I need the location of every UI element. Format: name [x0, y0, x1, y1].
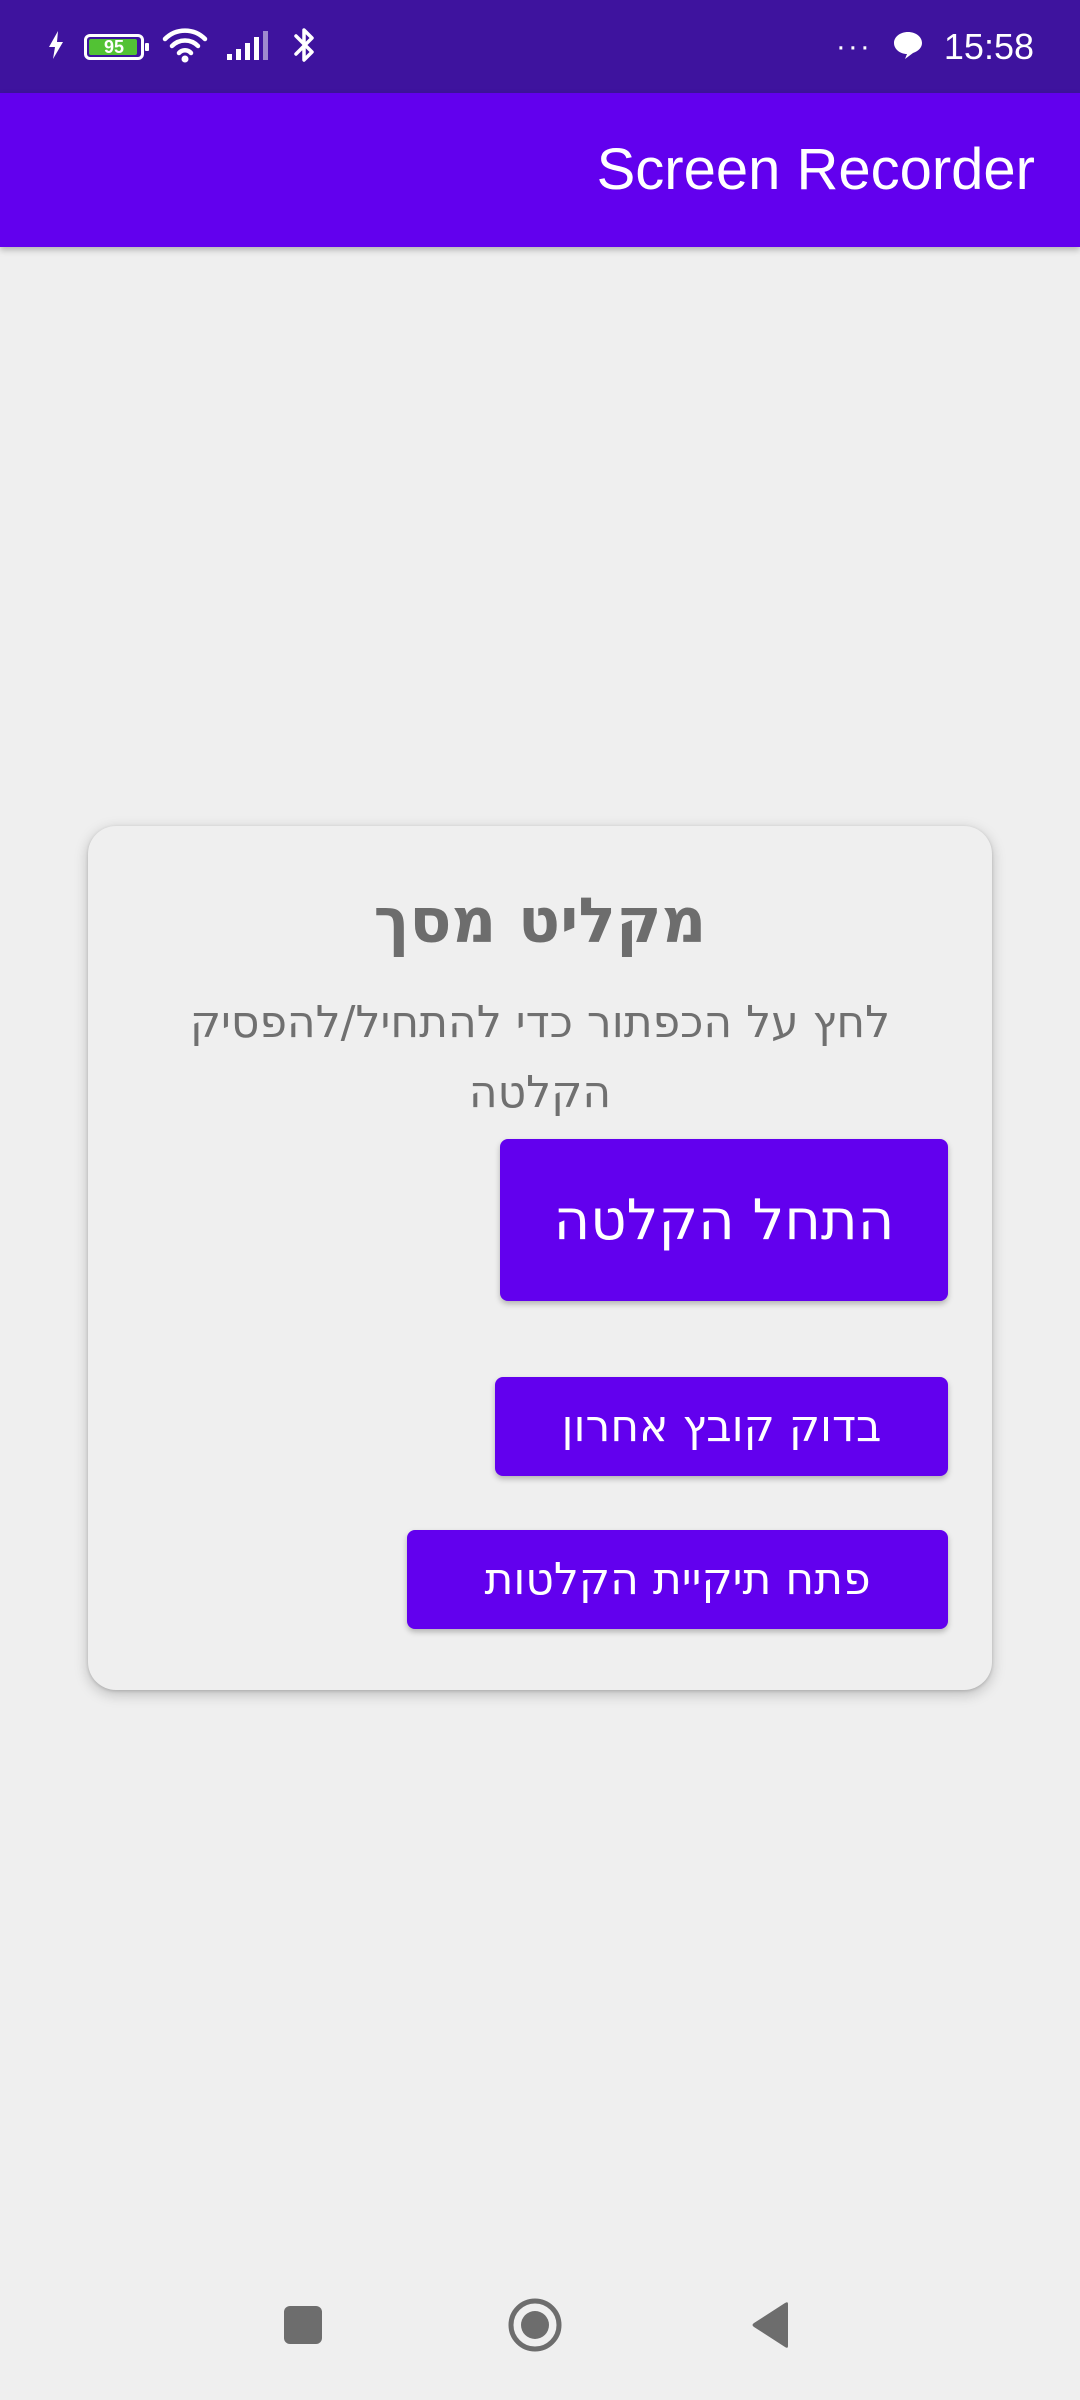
card-title: מקליט מסך: [373, 884, 707, 957]
check-last-file-button[interactable]: בדוק קובץ אחרון: [495, 1377, 948, 1476]
home-icon[interactable]: [475, 2250, 595, 2400]
card-subtitle: לחץ על הכפתור כדי להתחיל/להפסיק הקלטה: [189, 997, 891, 1118]
battery-tip: [145, 42, 149, 51]
status-bar: 95 ··· 15:58: [0, 0, 1080, 93]
status-time: 15:58: [943, 25, 1034, 67]
status-bar-left: 95: [46, 0, 318, 93]
signal-icon: [226, 29, 274, 65]
app-bar: Screen Recorder: [0, 93, 1080, 247]
start-recording-button[interactable]: התחל הקלטה: [500, 1139, 948, 1301]
recorder-card: מקליט מסך לחץ על הכפתור כדי להתחיל/להפסי…: [88, 826, 992, 1690]
charging-icon: [46, 30, 66, 64]
overflow-icon: ···: [835, 29, 872, 63]
recent-apps-icon[interactable]: [243, 2250, 363, 2400]
chat-bubble-icon: [892, 30, 924, 64]
navigation-bar: [0, 2250, 1080, 2400]
battery-icon: 95: [84, 33, 149, 60]
battery-level: 95: [103, 36, 125, 57]
app-title: Screen Recorder: [596, 137, 1035, 202]
open-recordings-folder-button[interactable]: פתח תיקיית הקלטות: [407, 1530, 948, 1629]
back-icon[interactable]: [711, 2250, 831, 2400]
bluetooth-icon: [292, 26, 318, 68]
wifi-icon: [162, 27, 208, 67]
status-bar-right: ··· 15:58: [836, 0, 1034, 93]
